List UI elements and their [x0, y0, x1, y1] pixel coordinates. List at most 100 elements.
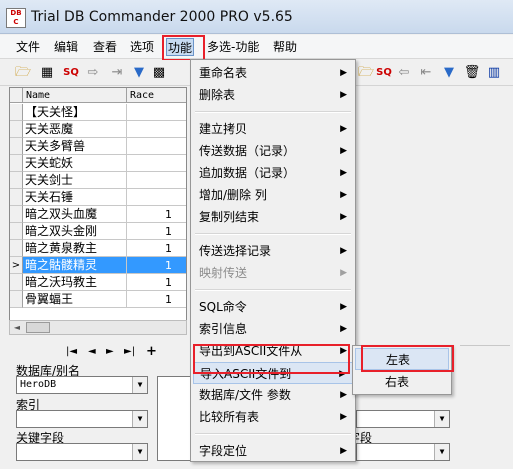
menu-item-14[interactable]: 导出到ASCII文件从 ▶ [193, 340, 353, 362]
table-cell-name[interactable]: 暗之双头血魔 [23, 206, 127, 223]
field-list-box[interactable] [157, 376, 191, 461]
submenu-arrow-icon: ▶ [340, 390, 347, 400]
table-cell-name[interactable]: 暗之沃玛教主 [23, 274, 127, 291]
row-indicator[interactable] [10, 138, 23, 155]
menu-options[interactable]: 选项 [129, 38, 155, 56]
menu-item-4[interactable]: 传送数据（记录） ▶ [193, 140, 353, 162]
table-cell-name[interactable]: 暗之骷髅精灵 [23, 257, 127, 274]
table-cell-name[interactable]: 天关石锤 [23, 189, 127, 206]
nav-last-button[interactable]: ►| [124, 345, 135, 359]
menu-item-12[interactable]: SQL命令 ▶ [193, 296, 353, 318]
chevron-down-icon[interactable]: ▼ [434, 411, 449, 427]
table-cell-race[interactable]: 1 [127, 291, 186, 308]
row-indicator[interactable] [10, 121, 23, 138]
nav-next-button[interactable]: ► [106, 345, 114, 359]
row-indicator[interactable] [10, 155, 23, 172]
row-indicator[interactable]: > [10, 257, 23, 274]
menu-item-0[interactable]: 重命名表 ▶ [193, 62, 353, 84]
menu-item-label: 传送选择记录 [199, 244, 272, 258]
delete-icon[interactable]: 🗑 [463, 64, 481, 82]
export-icon[interactable]: ⇥ [108, 64, 126, 82]
sql-icon[interactable]: SQ [62, 64, 80, 82]
menu-file[interactable]: 文件 [15, 38, 41, 56]
table-cell-race[interactable] [127, 189, 186, 206]
menu-item-7[interactable]: 复制列结束 ▶ [193, 206, 353, 228]
menu-item-6[interactable]: 增加/删除 列 ▶ [193, 184, 353, 206]
table-cell-name[interactable]: 天关多臂兽 [23, 138, 127, 155]
menu-item-label: SQL命令 [199, 300, 247, 314]
arrow-right-icon[interactable]: ⇨ [84, 64, 102, 82]
row-indicator[interactable] [10, 240, 23, 257]
db-alias-combo[interactable]: HeroDB ▼ [16, 376, 148, 394]
key-field-combo[interactable]: ▼ [16, 443, 148, 461]
row-indicator[interactable] [10, 274, 23, 291]
row-indicator[interactable] [10, 104, 23, 121]
submenu-item-left-table[interactable]: 左表 [355, 348, 449, 370]
table-cell-name[interactable]: 暗之双头金刚 [23, 223, 127, 240]
menu-item-5[interactable]: 追加数据（记录） ▶ [193, 162, 353, 184]
table-cell-name[interactable]: 暗之黄泉教主 [23, 240, 127, 257]
table-cell-race[interactable] [127, 155, 186, 172]
menu-item-9[interactable]: 传送选择记录 ▶ [193, 240, 353, 262]
table-cell-name[interactable]: 【天关怪】 [23, 104, 127, 121]
submenu-item-right-table[interactable]: 右表 [355, 371, 449, 393]
chevron-down-icon[interactable]: ▼ [132, 444, 147, 460]
row-indicator[interactable] [10, 291, 23, 308]
table-cell-name[interactable]: 骨翼蝠王 [23, 291, 127, 308]
menu-help[interactable]: 帮助 [272, 38, 298, 56]
table-cell-race[interactable] [127, 138, 186, 155]
table-settings-icon[interactable]: ▥ [485, 64, 503, 82]
table-cell-name[interactable]: 天关恶魔 [23, 121, 127, 138]
menu-item-19[interactable]: 字段定位 ▶ [193, 440, 353, 462]
table-icon[interactable]: ▦ [38, 64, 56, 82]
filter-icon[interactable]: ▼ [130, 64, 148, 82]
export-icon-right[interactable]: ⇤ [417, 64, 435, 82]
submenu-arrow-icon: ▶ [340, 190, 347, 200]
table-cell-race[interactable]: 1 [127, 240, 186, 257]
grid-icon[interactable]: ▩ [150, 64, 168, 82]
horizontal-scrollbar[interactable]: ◄ [9, 320, 187, 335]
menu-item-13[interactable]: 索引信息 ▶ [193, 318, 353, 340]
menu-item-17[interactable]: 比较所有表 ▶ [193, 406, 353, 428]
folder-open-icon[interactable]: 🗁 [14, 64, 32, 82]
menu-item-1[interactable]: 删除表 ▶ [193, 84, 353, 106]
table-cell-race[interactable] [127, 121, 186, 138]
row-indicator[interactable] [10, 206, 23, 223]
table-cell-race[interactable]: 1 [127, 206, 186, 223]
nav-first-button[interactable]: |◄ [66, 345, 77, 359]
menu-view[interactable]: 查看 [92, 38, 118, 56]
row-indicator[interactable] [10, 189, 23, 206]
sql-icon-right[interactable]: SQ [375, 64, 393, 82]
filter-icon-right[interactable]: ▼ [440, 64, 458, 82]
row-indicator[interactable] [10, 223, 23, 240]
menu-item-15[interactable]: 导入ASCII文件到 ▶ [193, 362, 353, 384]
menu-item-16[interactable]: 数据库/文件 参数 ▶ [193, 384, 353, 406]
table-cell-name[interactable]: 天关蛇妖 [23, 155, 127, 172]
menu-multi-select-functions[interactable]: 多选-功能 [206, 38, 260, 56]
menu-functions[interactable]: 功能 [166, 38, 195, 56]
menu-edit[interactable]: 编辑 [53, 38, 79, 56]
chevron-down-icon[interactable]: ▼ [434, 444, 449, 460]
table-cell-race[interactable] [127, 172, 186, 189]
scroll-left-arrow-icon[interactable]: ◄ [10, 321, 24, 334]
folder-open-icon-right[interactable]: 🗁 [357, 64, 375, 82]
table-cell-race[interactable]: 1 [127, 257, 186, 274]
right-key-field-combo[interactable]: ▼ [356, 443, 450, 461]
index-combo[interactable]: ▼ [16, 410, 148, 428]
menu-item-3[interactable]: 建立拷贝 ▶ [193, 118, 353, 140]
column-header-name[interactable]: Name [23, 88, 127, 103]
nav-prior-button[interactable]: ◄ [88, 345, 96, 359]
table-cell-race[interactable]: 1 [127, 274, 186, 291]
nav-insert-button[interactable]: + [146, 345, 157, 359]
table-cell-name[interactable]: 天关剑士 [23, 172, 127, 189]
chevron-down-icon[interactable]: ▼ [132, 411, 147, 427]
table-cell-race[interactable] [127, 104, 186, 121]
data-grid[interactable]: Name Race 【天关怪】 天关恶魔 天关多臂兽 天关蛇妖 天关剑士 天关石锤 暗之双头… [9, 87, 187, 325]
row-indicator[interactable] [10, 172, 23, 189]
column-header-race[interactable]: Race [127, 88, 186, 103]
right-index-combo[interactable]: ▼ [356, 410, 450, 428]
scroll-thumb[interactable] [26, 322, 50, 333]
table-cell-race[interactable]: 1 [127, 223, 186, 240]
arrow-right-icon-right[interactable]: ⇦ [395, 64, 413, 82]
chevron-down-icon[interactable]: ▼ [132, 377, 147, 393]
